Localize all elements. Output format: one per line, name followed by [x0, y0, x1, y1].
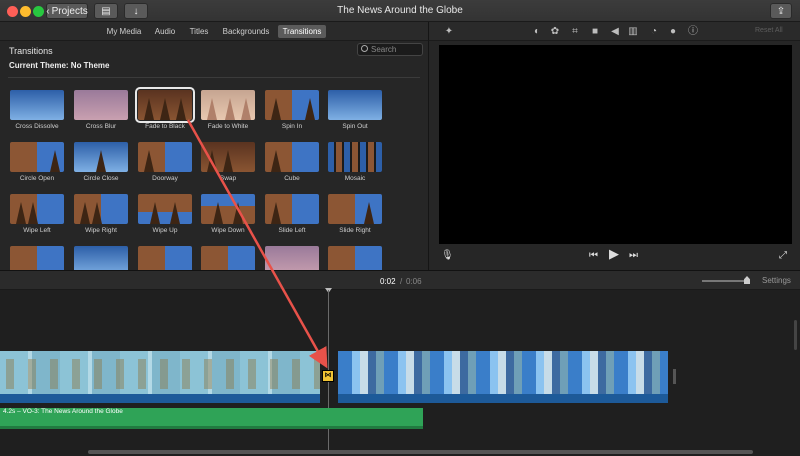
speed-icon[interactable]: ◔ — [648, 26, 660, 37]
transition-label: Cube — [284, 175, 300, 182]
zoom-slider-knob[interactable] — [744, 276, 750, 284]
search-placeholder: Search — [371, 45, 397, 54]
transition-label: Swap — [219, 175, 237, 182]
audio-clip-voiceover[interactable]: 4.2s – VO-3: The News Around the Globe — [0, 408, 423, 429]
transition-thumb[interactable] — [74, 246, 128, 270]
transition-label: Fade to White — [207, 123, 249, 130]
crop-icon[interactable]: ⌗ — [569, 26, 581, 37]
clip-trim-handle[interactable] — [673, 369, 676, 384]
transition-thumb-doorway[interactable] — [138, 142, 192, 172]
search-input[interactable]: Search — [357, 43, 423, 56]
transition-thumb-wipe-left[interactable] — [10, 194, 64, 224]
equalizer-icon[interactable]: ▥ — [627, 26, 639, 37]
tab-audio[interactable]: Audio — [150, 25, 180, 38]
color-balance-icon[interactable]: ◐ — [531, 26, 543, 37]
search-icon — [361, 45, 368, 52]
time-separator: / — [400, 277, 403, 286]
divider — [8, 77, 420, 78]
transition-thumb-circle-open[interactable] — [10, 142, 64, 172]
volume-icon[interactable]: ◀ — [609, 26, 621, 37]
transition-thumb-cube[interactable] — [265, 142, 319, 172]
transition-thumb-wipe-up[interactable] — [138, 194, 192, 224]
transition-thumb-mosaic[interactable] — [328, 142, 382, 172]
browser-tab-bar: My Media Audio Titles Backgrounds Transi… — [0, 22, 428, 41]
magic-wand-icon[interactable]: ✦ — [443, 26, 455, 37]
transition-label: Circle Open — [19, 175, 55, 182]
horizontal-scrollbar[interactable] — [88, 450, 753, 454]
tab-titles[interactable]: Titles — [185, 25, 213, 38]
total-time: 0:06 — [406, 277, 422, 286]
transition-thumb-slide-right[interactable] — [328, 194, 382, 224]
transition-label: Spin Out — [342, 123, 368, 130]
transition-label: Wipe Right — [85, 227, 117, 234]
share-button[interactable]: ⇪ — [770, 3, 792, 19]
timeline: ⋈ 4.2s – VO-3: The News Around the Globe — [0, 288, 800, 456]
play-icon[interactable]: ▶ — [609, 247, 619, 260]
transition-thumb-cross-dissolve[interactable] — [10, 90, 64, 120]
transition-thumb-swap[interactable] — [201, 142, 255, 172]
transition-thumb[interactable] — [265, 246, 319, 270]
video-clip-waterfall[interactable] — [338, 351, 668, 403]
transition-label: Wipe Left — [23, 227, 51, 234]
transition-thumb[interactable] — [328, 246, 382, 270]
vertical-scrollbar[interactable] — [794, 320, 797, 350]
current-theme: Current Theme: No Theme — [9, 61, 110, 70]
transition-thumb-cross-blur[interactable] — [74, 90, 128, 120]
transition-label: Mosaic — [344, 175, 366, 182]
fullscreen-icon[interactable]: ⤢ — [779, 251, 787, 261]
transition-label: Wipe Down — [211, 227, 245, 234]
skip-forward-icon[interactable]: ⏭ — [629, 251, 638, 261]
tab-my-media[interactable]: My Media — [104, 25, 144, 38]
transition-label: Slide Right — [339, 227, 371, 234]
transitions-browser: Transitions Search Current Theme: No The… — [0, 41, 428, 270]
transition-label: Wipe Up — [152, 227, 178, 234]
transition-thumb-wipe-right[interactable] — [74, 194, 128, 224]
viewer-panel: 🎙 ⏮ ▶ ⏭ ⤢ — [428, 41, 800, 270]
share-icon: ⇪ — [776, 5, 786, 17]
window-title: The News Around the Globe — [337, 5, 463, 16]
transition-thumb[interactable] — [201, 246, 255, 270]
filter-icon[interactable]: ● — [667, 26, 679, 37]
transition-thumb-wipe-down[interactable] — [201, 194, 255, 224]
transition-label: Spin In — [281, 123, 303, 130]
transition-thumb-fade-to-black[interactable] — [135, 87, 195, 123]
browser-title: Transitions — [9, 46, 53, 56]
transition-thumb-fade-to-white[interactable] — [201, 90, 255, 120]
video-clip-world-map[interactable] — [0, 351, 320, 403]
transition-thumb-spin-in[interactable] — [265, 90, 319, 120]
transition-label: Fade to Black — [145, 123, 185, 130]
video-preview[interactable] — [439, 45, 792, 244]
transition-label: Slide Left — [278, 227, 306, 234]
reset-all-button[interactable]: Reset All — [755, 27, 783, 34]
transition-label: Doorway — [152, 175, 178, 182]
info-icon[interactable]: ⓘ — [687, 26, 699, 37]
transition-label: Cross Dissolve — [15, 123, 59, 130]
viewer-toolbar: ✦ ◐ ✿ ⌗ ■ ◀ ▥ ◔ ● ⓘ Reset All — [428, 22, 800, 41]
color-palette-icon[interactable]: ✿ — [549, 26, 561, 37]
transition-thumb-circle-close[interactable] — [74, 142, 128, 172]
current-time: 0:02 — [380, 277, 396, 286]
microphone-icon[interactable]: 🎙 — [441, 251, 454, 261]
title-bar: ‹ Projects ▤ ↓ The News Around the Globe… — [0, 0, 800, 22]
camera-icon[interactable]: ■ — [589, 26, 601, 37]
tab-transitions[interactable]: Transitions — [278, 25, 326, 38]
transition-thumb-slide-left[interactable] — [265, 194, 319, 224]
transition-marker-icon[interactable]: ⋈ — [322, 370, 334, 382]
tab-backgrounds[interactable]: Backgrounds — [220, 25, 272, 38]
transition-label: Circle Close — [83, 175, 119, 182]
timeline-settings-button[interactable]: Settings — [762, 276, 791, 285]
skip-back-icon[interactable]: ⏮ — [589, 251, 598, 261]
transition-thumb[interactable] — [138, 246, 192, 270]
timeline-header: 0:02 / 0:06 Settings — [0, 270, 800, 290]
transition-label: Cross Blur — [85, 123, 117, 130]
transition-thumb[interactable] — [10, 246, 64, 270]
zoom-slider[interactable] — [702, 280, 750, 282]
transition-thumb-spin-out[interactable] — [328, 90, 382, 120]
audio-clip-label: 4.2s – VO-3: The News Around the Globe — [3, 408, 123, 415]
